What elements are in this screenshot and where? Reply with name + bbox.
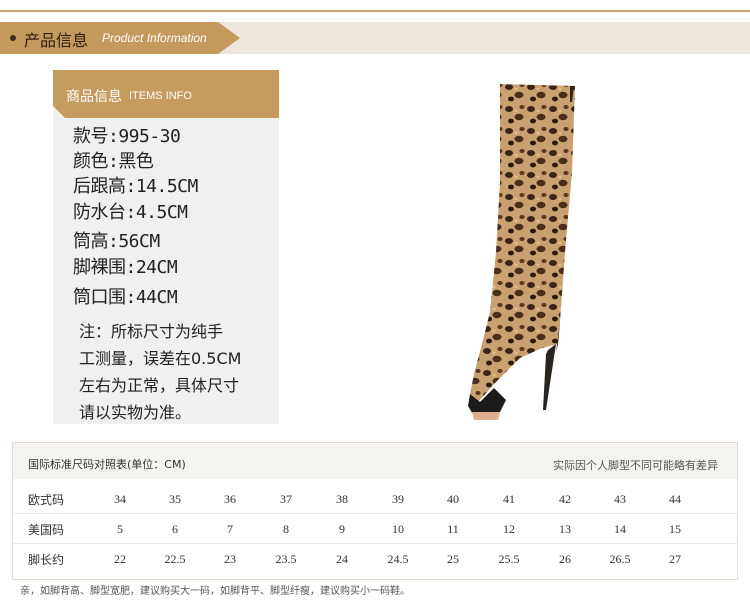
spec-heel-height: 后跟高:14.5CM xyxy=(73,176,198,197)
spec-opening: 筒口围:44CM xyxy=(73,287,178,308)
size-row-label: 欧式码 xyxy=(28,493,65,507)
size-cell: 24.5 xyxy=(387,552,409,566)
spec-color: 颜色:黑色 xyxy=(73,151,154,172)
size-table-note: 实际因个人脚型不同可能略有差异 xyxy=(553,459,718,472)
size-cell: 37 xyxy=(280,492,292,506)
note-line: 注：所标尺寸为纯手 xyxy=(79,322,224,341)
footer-note: 亲，如脚背高、脚型宽肥，建议购买大一码，如脚背平、脚型纤瘦，建议购买小一码鞋。 xyxy=(20,586,410,597)
size-cell: 14 xyxy=(614,522,626,536)
note-line: 工测量，误差在0.5CM xyxy=(79,349,242,368)
size-cell: 12 xyxy=(503,522,515,536)
size-cell: 9 xyxy=(339,522,345,536)
row-divider xyxy=(13,543,737,544)
size-cell: 26.5 xyxy=(609,552,631,566)
size-cell: 39 xyxy=(392,492,404,506)
size-cell: 25 xyxy=(447,552,459,566)
info-title-en: ITEMS INFO xyxy=(129,90,192,102)
boot-image xyxy=(468,84,575,420)
size-cell: 13 xyxy=(559,522,571,536)
size-cell: 44 xyxy=(669,492,681,506)
size-cell: 7 xyxy=(227,522,233,536)
size-cell: 8 xyxy=(283,522,289,536)
size-cell: 23.5 xyxy=(275,552,297,566)
size-cell: 41 xyxy=(503,492,515,506)
size-table-title: 国际标准尺码对照表(单位：CM) xyxy=(28,458,186,471)
size-cell: 11 xyxy=(447,522,459,536)
size-cell: 25.5 xyxy=(498,552,520,566)
size-cell: 6 xyxy=(172,522,178,536)
size-cell: 24 xyxy=(336,552,348,566)
size-cell: 15 xyxy=(669,522,681,536)
row-divider xyxy=(13,513,737,514)
size-cell: 40 xyxy=(447,492,459,506)
spec-platform: 防水台:4.5CM xyxy=(73,202,188,223)
info-title: 商品信息 xyxy=(66,89,122,105)
size-cell: 23 xyxy=(224,552,236,566)
top-divider xyxy=(0,10,750,12)
size-cell: 10 xyxy=(392,522,404,536)
size-row-label: 美国码 xyxy=(28,523,65,537)
size-cell: 34 xyxy=(114,492,126,506)
size-cell: 35 xyxy=(169,492,181,506)
spec-shaft-height: 筒高:56CM xyxy=(73,231,160,252)
size-cell: 22 xyxy=(114,552,126,566)
size-cell: 22.5 xyxy=(164,552,186,566)
size-cell: 26 xyxy=(559,552,571,566)
spec-ankle: 脚裸围:24CM xyxy=(73,257,178,278)
size-cell: 36 xyxy=(224,492,236,506)
dot-icon xyxy=(10,35,16,41)
size-cell: 42 xyxy=(559,492,571,506)
header-subtitle: Product Information xyxy=(102,31,207,45)
spec-model: 款号:995-30 xyxy=(73,126,181,147)
size-cell: 43 xyxy=(614,492,626,506)
note-line: 左右为正常，具体尺寸 xyxy=(79,376,240,395)
header-title: 产品信息 xyxy=(24,31,89,50)
size-row-label: 脚长约 xyxy=(28,553,65,567)
size-cell: 5 xyxy=(117,522,123,536)
note-line: 请以实物为准。 xyxy=(79,403,192,422)
size-cell: 27 xyxy=(669,552,681,566)
size-cell: 38 xyxy=(336,492,348,506)
